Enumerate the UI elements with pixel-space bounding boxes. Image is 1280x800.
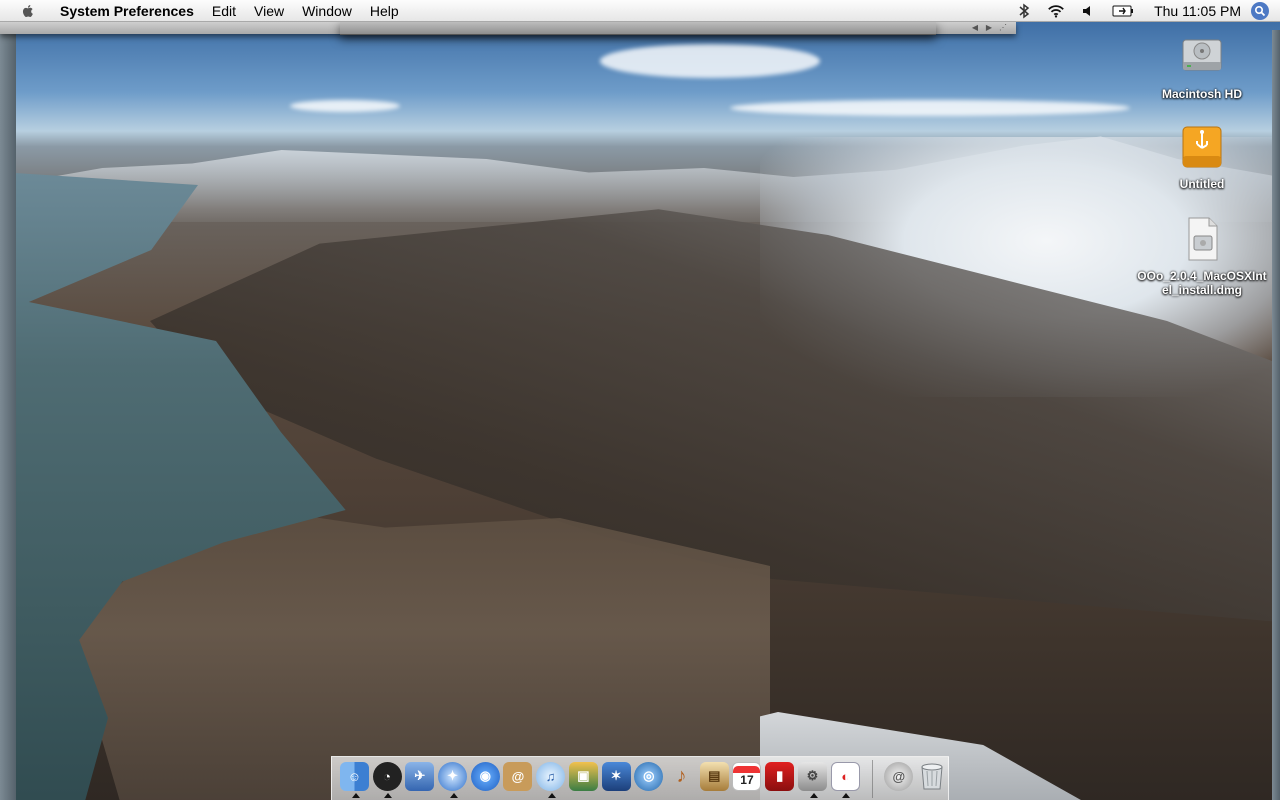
ical-icon: 17 bbox=[732, 761, 762, 791]
apple-menu-icon[interactable] bbox=[20, 3, 36, 19]
running-indicator bbox=[842, 792, 851, 798]
system-preferences-window-edge[interactable] bbox=[340, 22, 936, 35]
desktop-icon-label: OOo_2.0.4_MacOSXIntel_install.dmg bbox=[1137, 269, 1267, 297]
menu-edit[interactable]: Edit bbox=[203, 0, 245, 22]
dock-downloads-stack[interactable]: @ bbox=[884, 761, 914, 796]
desktop-icon-label: Untitled bbox=[1179, 177, 1225, 191]
dock-safari[interactable]: ✦ bbox=[438, 761, 468, 798]
idvd-icon: ◎ bbox=[634, 761, 664, 791]
garageband-icon: ♪ bbox=[676, 764, 687, 787]
dock-system-preferences[interactable]: ⚙ bbox=[797, 761, 828, 798]
menu-window[interactable]: Window bbox=[293, 0, 361, 22]
dock-mail[interactable]: ✈ bbox=[405, 761, 435, 796]
window-scroll-arrows[interactable]: ◀ ▶ ⋰ bbox=[968, 22, 1010, 34]
iphoto-icon: ▣ bbox=[568, 761, 598, 791]
dock-iphoto[interactable]: ▣ bbox=[568, 761, 599, 796]
cloud bbox=[600, 44, 820, 78]
resize-grip-icon[interactable]: ⋰ bbox=[996, 22, 1010, 34]
menu-view[interactable]: View bbox=[245, 0, 293, 22]
trash-icon bbox=[917, 762, 946, 791]
desktop-icon-untitled[interactable]: Untitled bbox=[1137, 124, 1267, 191]
cloud bbox=[290, 100, 400, 112]
running-indicator bbox=[449, 792, 458, 798]
dock-photo-booth[interactable]: ▮ bbox=[765, 761, 795, 796]
cloud bbox=[730, 100, 1130, 116]
desktop-icon-macintosh-hd[interactable]: Macintosh HD bbox=[1137, 34, 1267, 101]
running-indicator bbox=[547, 792, 556, 798]
safari-icon: ✦ bbox=[438, 761, 468, 791]
dock-ical[interactable]: 17 bbox=[732, 761, 762, 796]
running-indicator bbox=[384, 792, 393, 798]
dock: ☺ ◔ ✈ ✦ ◉ @ ♫ ▣ ✶ ◎ ♪ ▤ 17 ▮ ⚙ ◐ @ bbox=[331, 756, 949, 800]
dock-imovie[interactable]: ✶ bbox=[601, 761, 631, 796]
system-preferences-icon: ⚙ bbox=[797, 761, 827, 791]
dock-ichat[interactable]: ◉ bbox=[470, 761, 500, 796]
desktop-icon-label: Macintosh HD bbox=[1161, 87, 1242, 101]
app-menu[interactable]: System Preferences bbox=[48, 0, 203, 22]
dock-trash[interactable] bbox=[917, 762, 947, 796]
wifi-icon[interactable] bbox=[1047, 3, 1065, 19]
dock-itunes[interactable]: ♫ bbox=[536, 761, 566, 798]
running-indicator bbox=[351, 792, 360, 798]
dock-garageband[interactable]: ♪ bbox=[667, 762, 697, 796]
dock-finder[interactable]: ☺ bbox=[339, 761, 370, 798]
ichat-icon: ◉ bbox=[470, 761, 500, 791]
spotlight-icon[interactable] bbox=[1251, 2, 1269, 20]
dock-openoffice[interactable]: ◐ bbox=[830, 761, 860, 798]
battery-icon[interactable] bbox=[1111, 3, 1135, 19]
desktop-icon-ooo-dmg[interactable]: OOo_2.0.4_MacOSXIntel_install.dmg bbox=[1137, 216, 1267, 297]
dock-dashboard[interactable]: ◔ bbox=[372, 761, 402, 798]
menu-bar: System Preferences Edit View Window Help… bbox=[0, 0, 1280, 22]
itunes-icon: ♫ bbox=[536, 761, 566, 791]
running-indicator bbox=[809, 792, 818, 798]
finder-icon: ☺ bbox=[339, 761, 369, 791]
desktop-frame-right bbox=[1272, 30, 1280, 800]
bluetooth-icon[interactable] bbox=[1015, 3, 1033, 19]
dock-idvd[interactable]: ◎ bbox=[634, 761, 664, 796]
openoffice-icon: ◐ bbox=[830, 761, 860, 791]
dock-address-book[interactable]: @ bbox=[503, 761, 533, 796]
photo-booth-icon: ▮ bbox=[765, 761, 795, 791]
address-book-icon: @ bbox=[503, 761, 533, 791]
dashboard-icon: ◔ bbox=[372, 761, 402, 791]
usb-drive-icon bbox=[1137, 124, 1267, 173]
mail-icon: ✈ bbox=[405, 761, 435, 791]
iweb-icon: ▤ bbox=[699, 761, 729, 791]
downloads-stack-icon: @ bbox=[884, 761, 914, 791]
hard-drive-icon bbox=[1137, 34, 1267, 83]
scroll-left-icon[interactable]: ◀ bbox=[968, 22, 982, 34]
menu-help[interactable]: Help bbox=[361, 0, 408, 22]
dock-separator bbox=[871, 759, 873, 798]
scroll-right-icon[interactable]: ▶ bbox=[982, 22, 996, 34]
desktop-frame-left bbox=[0, 30, 16, 800]
ical-date: 17 bbox=[740, 772, 754, 787]
imovie-icon: ✶ bbox=[601, 761, 631, 791]
desktop-wallpaper bbox=[0, 22, 1280, 800]
disk-image-icon bbox=[1137, 216, 1267, 265]
dock-iweb[interactable]: ▤ bbox=[699, 761, 729, 796]
menubar-clock[interactable]: Thu 11:05 PM bbox=[1154, 3, 1241, 19]
volume-icon[interactable] bbox=[1079, 3, 1097, 19]
